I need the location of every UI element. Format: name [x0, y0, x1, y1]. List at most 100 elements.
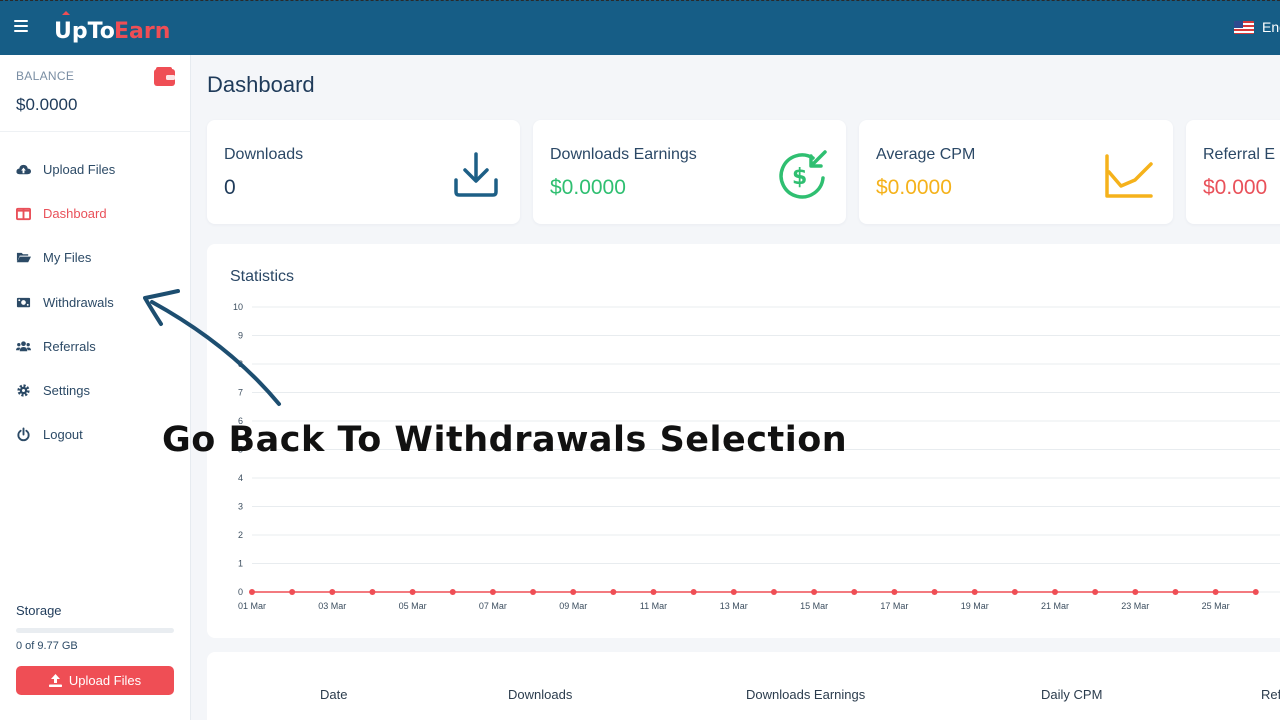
table-header-downloads-earnings[interactable]: Downloads Earnings [746, 687, 865, 702]
y-tick-label: 4 [238, 473, 243, 483]
power-icon [17, 427, 30, 442]
upload-icon [48, 674, 62, 687]
referral-earnings-card: Referral E $0.000 [1186, 120, 1280, 224]
data-point [369, 589, 376, 595]
data-point [1092, 589, 1099, 595]
table-header-daily-cpm[interactable]: Daily CPM [1041, 687, 1102, 702]
downloads-earnings-card: Downloads Earnings $0.0000 $ [533, 120, 846, 224]
folder-open-icon [16, 253, 31, 263]
x-tick-label: 25 Mar [1202, 601, 1230, 611]
app-logo[interactable]: UpTo Earn [53, 11, 183, 45]
downloads-card: Downloads 0 [207, 120, 520, 224]
dollar-cycle-icon: $ [779, 150, 827, 199]
logo-text-earn: Earn [114, 19, 170, 44]
data-point [971, 589, 978, 595]
sidebar-item-upload-files[interactable]: Upload Files [0, 147, 190, 191]
data-point [249, 589, 255, 595]
data-point [329, 589, 336, 595]
table-header-date[interactable]: Date [320, 687, 347, 702]
average-cpm-value: $0.0000 [876, 176, 952, 199]
sidebar-item-dashboard[interactable]: Dashboard [0, 191, 190, 235]
x-tick-label: 17 Mar [880, 601, 908, 611]
data-point [570, 589, 577, 595]
referral-earnings-label: Referral E [1203, 146, 1276, 163]
data-point [1212, 589, 1219, 595]
language-selector[interactable]: Eng [1234, 19, 1280, 35]
y-tick-label: 0 [238, 587, 243, 597]
x-tick-label: 15 Mar [800, 601, 828, 611]
downloads-value: 0 [224, 176, 236, 199]
x-tick-label: 13 Mar [720, 601, 748, 611]
columns-icon [16, 207, 31, 220]
x-tick-label: 23 Mar [1121, 601, 1149, 611]
storage-usage-text: 0 of 9.77 GB [16, 640, 78, 652]
data-point [610, 589, 617, 595]
data-point [1252, 589, 1259, 595]
downloads-earnings-label: Downloads Earnings [550, 146, 697, 163]
data-point [289, 589, 296, 595]
data-point [891, 589, 898, 595]
average-cpm-label: Average CPM [876, 146, 976, 163]
balance-value: $0.0000 [16, 95, 78, 114]
data-point [449, 589, 456, 595]
annotation-caption: Go Back To Withdrawals Selection [162, 420, 848, 460]
x-tick-label: 07 Mar [479, 601, 507, 611]
data-point [931, 589, 938, 595]
sidebar-item-label: Dashboard [43, 205, 107, 221]
download-icon [454, 152, 498, 197]
money-bill-icon [16, 297, 31, 307]
data-point [650, 589, 657, 595]
data-point [1011, 589, 1018, 595]
table-header-downloads[interactable]: Downloads [508, 687, 572, 702]
y-tick-label: 3 [238, 502, 243, 512]
average-cpm-card: Average CPM $0.0000 [859, 120, 1173, 224]
cloud-upload-icon [16, 164, 31, 174]
language-label: Eng [1262, 19, 1280, 35]
top-navbar: UpTo Earn Eng [0, 0, 1280, 55]
gear-icon [17, 384, 30, 397]
balance-label: BALANCE [16, 69, 75, 83]
y-tick-label: 1 [238, 559, 243, 569]
upload-files-button-label: Upload Files [68, 673, 142, 688]
referral-earnings-value: $0.000 [1203, 176, 1268, 199]
upload-files-button[interactable]: Upload Files [16, 666, 174, 695]
data-point [811, 589, 818, 595]
sidebar-item-label: Referrals [43, 338, 96, 354]
line-chart-icon [1105, 154, 1153, 198]
wallet-icon [154, 67, 175, 86]
data-point [690, 589, 697, 595]
x-tick-label: 01 Mar [238, 601, 266, 611]
x-tick-label: 03 Mar [318, 601, 346, 611]
downloads-label: Downloads [224, 146, 304, 163]
sidebar-item-label: My Files [43, 250, 92, 266]
storage-label: Storage [16, 603, 62, 618]
storage-progress-bar [16, 628, 174, 633]
menu-toggle-icon[interactable] [14, 20, 28, 32]
logo-text-upto: UpTo [54, 19, 115, 44]
data-point [851, 589, 858, 595]
x-tick-label: 09 Mar [559, 601, 587, 611]
annotation-arrow-icon [143, 289, 281, 406]
downloads-earnings-value: $0.0000 [550, 176, 626, 199]
table-header-referral[interactable]: Ref [1261, 687, 1280, 702]
data-point [1172, 589, 1179, 595]
sidebar-item-my-files[interactable]: My Files [0, 236, 190, 280]
x-tick-label: 05 Mar [399, 601, 427, 611]
x-tick-label: 11 Mar [640, 601, 667, 611]
data-point [489, 589, 496, 595]
frame-border [0, 0, 1280, 1]
us-flag-icon [1234, 20, 1254, 34]
sidebar-item-label: Upload Files [43, 161, 116, 177]
sidebar-item-label: Logout [43, 427, 83, 443]
x-tick-label: 19 Mar [961, 601, 989, 611]
data-point [1052, 589, 1058, 595]
svg-text:$: $ [792, 165, 807, 190]
data-point [409, 589, 416, 595]
data-point [1132, 589, 1139, 595]
statistics-table: Date Downloads Downloads Earnings Daily … [207, 652, 1280, 720]
sidebar-divider [0, 131, 190, 132]
page-title: Dashboard [207, 72, 315, 97]
y-tick-label: 2 [238, 530, 243, 540]
data-point [770, 589, 777, 595]
sidebar-item-label: Withdrawals [43, 294, 114, 310]
